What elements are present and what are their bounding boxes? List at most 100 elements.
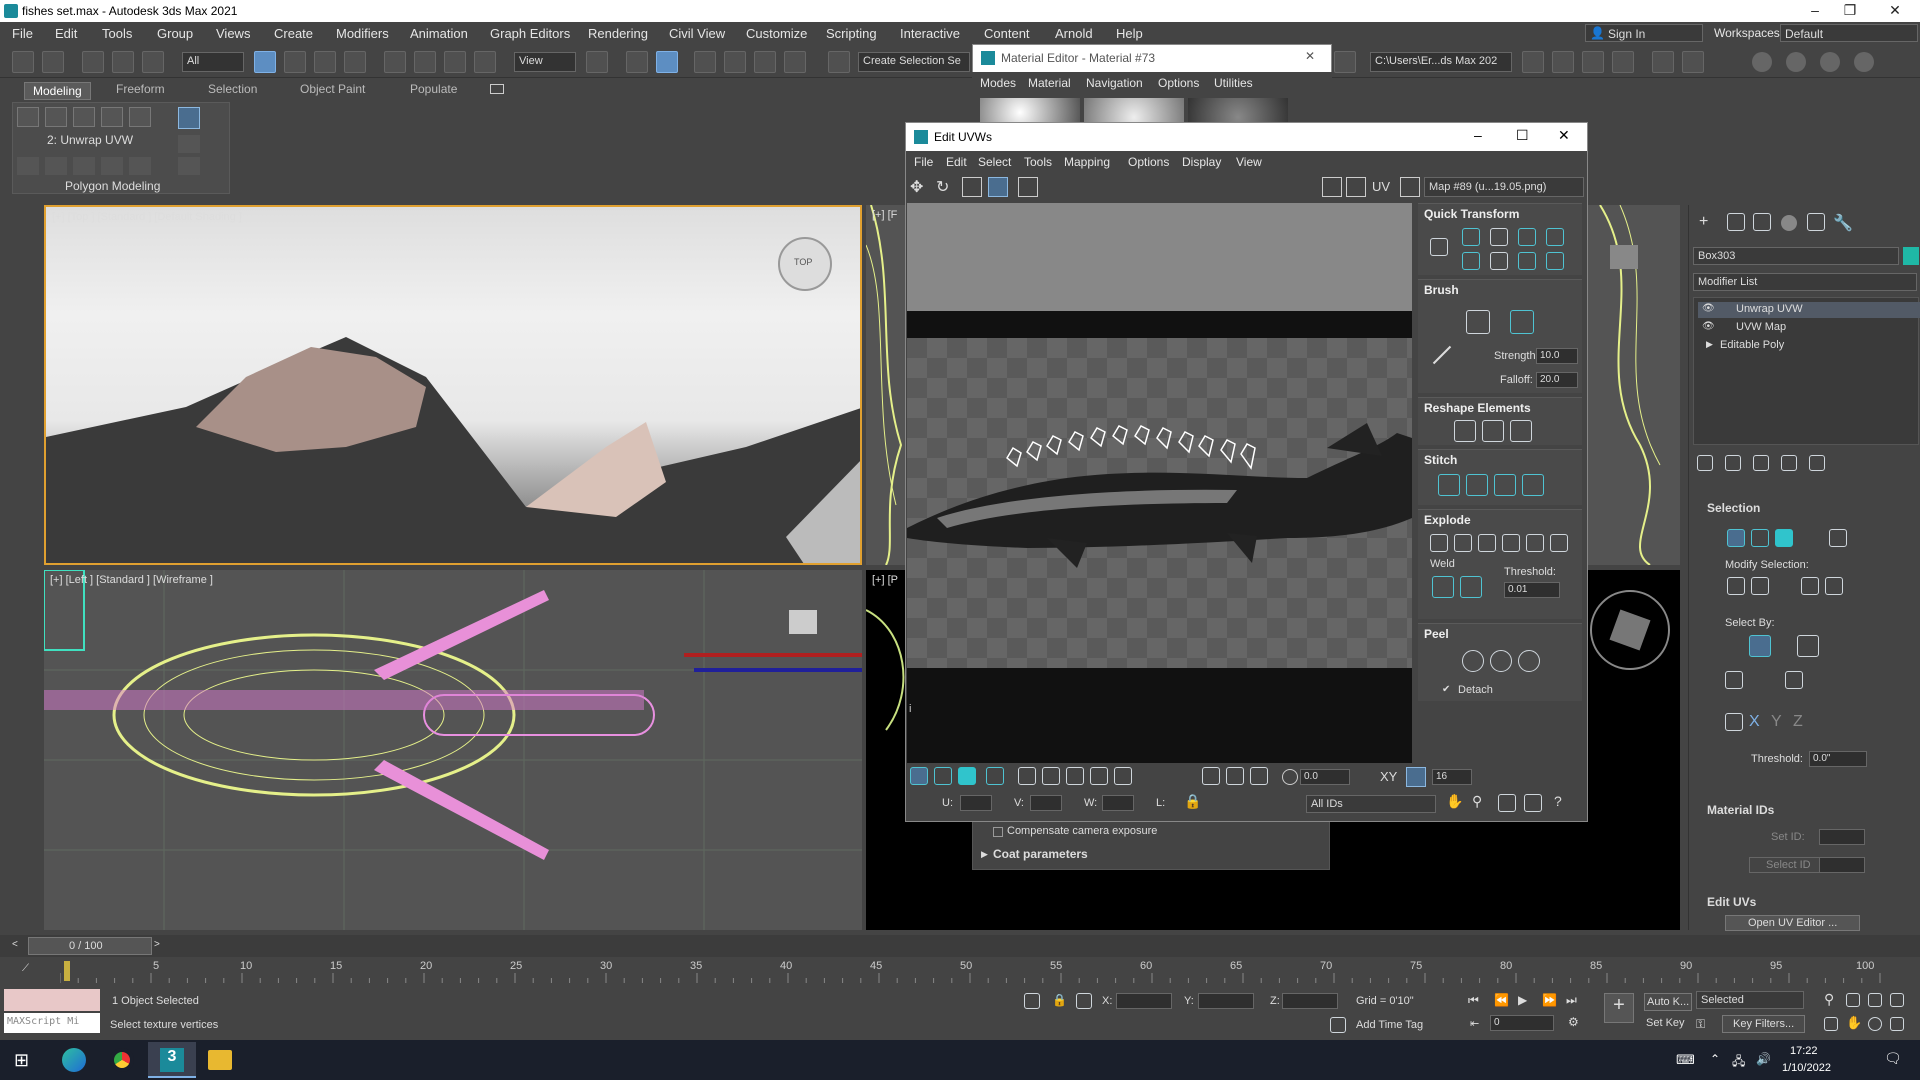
mat-menu-material[interactable]: Material — [1028, 76, 1071, 90]
mat-menu-navigation[interactable]: Navigation — [1086, 76, 1143, 90]
stitch-header[interactable]: Stitch — [1424, 453, 1457, 467]
eye-icon[interactable]: 👁 — [1702, 303, 1715, 314]
threshold-input[interactable]: 0.0" — [1809, 751, 1867, 767]
hierarchy-tab-icon[interactable] — [1753, 213, 1771, 231]
ribbon-tool-icon-4[interactable] — [101, 157, 123, 175]
named-selection-dropdown[interactable]: Create Selection Se — [858, 52, 970, 72]
menu-civil-view[interactable]: Civil View — [669, 26, 725, 41]
uv-scale-icon[interactable] — [962, 177, 982, 197]
maxscript-input[interactable]: MAXScript Mi — [4, 1013, 100, 1033]
scale-icon[interactable] — [444, 51, 466, 73]
uv-zoom-icon[interactable]: ⚲ — [1472, 793, 1482, 810]
uv-mode-label[interactable]: UV — [1372, 179, 1390, 194]
uv-v-input[interactable] — [1030, 795, 1062, 811]
rotate-uv-icon[interactable] — [1518, 228, 1536, 246]
quick-transform-header[interactable]: Quick Transform — [1424, 207, 1519, 221]
uv-map-icon[interactable] — [1400, 177, 1420, 197]
uv-angle-input[interactable]: 0.0 — [1300, 769, 1350, 785]
border-mode-icon[interactable] — [73, 107, 95, 127]
motion-tab-icon[interactable] — [1781, 215, 1797, 231]
peel-header[interactable]: Peel — [1424, 627, 1449, 641]
select-id-input[interactable] — [1819, 857, 1865, 873]
utilities-tab-icon[interactable]: 🔧 — [1833, 213, 1853, 233]
uv-select-icon-2[interactable] — [1042, 767, 1060, 785]
straighten-icon[interactable] — [1490, 252, 1508, 270]
select-x-axis[interactable]: X — [1749, 713, 1760, 731]
set-key-button[interactable]: Set Key — [1646, 1017, 1685, 1029]
paint-brush-icon[interactable] — [1466, 310, 1490, 334]
uv-menu-tools[interactable]: Tools — [1024, 155, 1052, 169]
reshape-grid-icon[interactable] — [1454, 420, 1476, 442]
sign-in-dropdown[interactable]: 👤 Sign In — [1585, 24, 1703, 42]
pin-stack-icon[interactable] — [1697, 455, 1713, 471]
clock-date[interactable]: 1/10/2022 — [1782, 1062, 1831, 1074]
edit-uvws-window[interactable]: Edit UVWs – ☐ ✕ File Edit Select Tools M… — [905, 122, 1588, 822]
shrink-selection-icon[interactable] — [1751, 577, 1769, 595]
viewport-top-label[interactable]: [+] [Top ] [Standard ] [Default Shading … — [52, 211, 242, 223]
percent-snap-icon[interactable] — [754, 51, 776, 73]
uv-pan-icon[interactable]: ✋ — [1446, 793, 1463, 810]
reshape-box-icon[interactable] — [1510, 420, 1532, 442]
select-id-button[interactable]: Select ID — [1749, 857, 1828, 873]
material-slot-1[interactable] — [980, 98, 1080, 122]
uv-menu-file[interactable]: File — [914, 155, 933, 169]
rotate-ccw-icon[interactable] — [1518, 252, 1536, 270]
explode-header[interactable]: Explode — [1424, 513, 1471, 527]
key-filters-button[interactable]: Key Filters... — [1722, 1015, 1806, 1033]
relax-brush-icon[interactable] — [1510, 310, 1534, 334]
max-app-icon[interactable]: 3 — [160, 1048, 184, 1072]
menu-animation[interactable]: Animation — [410, 26, 468, 41]
uv-menu-view[interactable]: View — [1236, 155, 1262, 169]
weld-icon-1[interactable] — [1432, 576, 1454, 598]
material-slot-2[interactable] — [1084, 98, 1184, 122]
set-key-big-icon[interactable]: + — [1604, 993, 1634, 1023]
menu-tools[interactable]: Tools — [102, 26, 132, 41]
layer-icon-1[interactable] — [1522, 51, 1544, 73]
fov-icon[interactable] — [1824, 1017, 1838, 1031]
cmd-poly-icon[interactable] — [1775, 529, 1793, 547]
time-slider[interactable]: < 0 / 100 > — [0, 935, 1920, 957]
viewcube-persp[interactable] — [1590, 590, 1670, 670]
align-bars-icon[interactable] — [1490, 228, 1508, 246]
uv-move-icon[interactable]: ✥ — [910, 177, 932, 197]
manipulate-icon[interactable] — [626, 51, 648, 73]
ribbon-side-icon-3[interactable] — [178, 157, 200, 175]
create-tab-icon[interactable]: + — [1699, 213, 1708, 231]
explode-icon-1[interactable] — [1430, 534, 1448, 552]
time-thumb[interactable]: 0 / 100 — [28, 937, 152, 955]
uv-map-dropdown[interactable]: Map #89 (u...19.05.png) — [1424, 177, 1584, 197]
key-filter-icon[interactable]: ⚿ — [1696, 1017, 1705, 1032]
uv-brush-select-icon[interactable] — [1202, 767, 1220, 785]
tray-chevron-icon[interactable]: ⌃ — [1710, 1052, 1720, 1066]
pan-view-icon[interactable]: ✋ — [1846, 1015, 1862, 1031]
uv-select-icon-1[interactable] — [1018, 767, 1036, 785]
uv-element-mode-icon[interactable] — [986, 767, 1004, 785]
menu-content[interactable]: Content — [984, 26, 1030, 41]
edge-icon[interactable] — [62, 1048, 86, 1072]
zoom-extents-all-icon[interactable] — [1890, 993, 1904, 1007]
explode-icon-3[interactable] — [1478, 534, 1496, 552]
viewport-front-right[interactable] — [1580, 205, 1680, 565]
explode-icon-4[interactable] — [1502, 534, 1520, 552]
reshape-header[interactable]: Reshape Elements — [1424, 401, 1531, 415]
align-horizontal-icon[interactable] — [1462, 252, 1480, 270]
network-icon[interactable]: 🖧 — [1732, 1052, 1745, 1073]
undo-icon[interactable] — [12, 51, 34, 73]
rotate-icon[interactable] — [414, 51, 436, 73]
play-icon[interactable]: ▶ — [1518, 993, 1527, 1007]
zoom-all-icon[interactable] — [1846, 993, 1860, 1007]
mat-menu-utilities[interactable]: Utilities — [1214, 76, 1253, 90]
uv-menu-edit[interactable]: Edit — [946, 155, 967, 169]
uv-ring-icon[interactable] — [1090, 767, 1108, 785]
ribbon-tool-icon-3[interactable] — [73, 157, 95, 175]
expand-icon[interactable]: ▶ — [1706, 339, 1713, 350]
add-time-tag[interactable]: Add Time Tag — [1356, 1019, 1423, 1031]
tab-selection[interactable]: Selection — [208, 82, 257, 96]
stitch-icon-2[interactable] — [1466, 474, 1488, 496]
stitch-icon-1[interactable] — [1438, 474, 1460, 496]
element-mode-icon[interactable] — [129, 107, 151, 127]
uv-soft-icon-2[interactable] — [1250, 767, 1268, 785]
compensate-checkbox[interactable] — [993, 827, 1003, 837]
viewport-top[interactable]: [+] [Top ] [Standard ] [Default Shading … — [44, 205, 862, 565]
notification-icon[interactable]: 🗨 — [1884, 1050, 1902, 1067]
